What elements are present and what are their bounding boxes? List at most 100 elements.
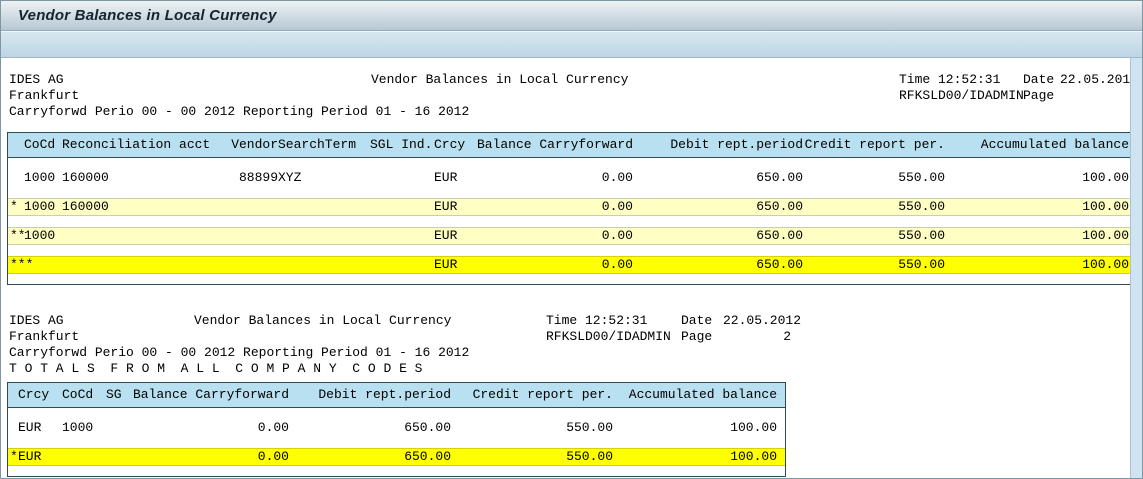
column-header-balance: Balance Carryforward (132, 383, 289, 407)
cell-sg (106, 449, 132, 465)
cell-debit: 650.00 (633, 199, 803, 215)
cell-search (278, 228, 370, 244)
date-value: 22.05.2012 (723, 313, 801, 329)
cell-vendor (228, 199, 278, 215)
column-header-credit: Credit report per. (451, 383, 613, 407)
cell-debit: 650.00 (633, 228, 803, 244)
table-header-row: CoCdReconciliation acctVendorSearchTermS… (8, 133, 1131, 158)
cell-search: XYZ (278, 170, 370, 186)
cell-sel: * (10, 199, 24, 215)
cell-credit: 550.00 (803, 257, 945, 273)
cell-balance: 0.00 (132, 449, 289, 465)
cell-crcy: EUR (18, 449, 62, 465)
header-line-2: Frankfurt RFKSLD00/IDADMIN Page 1 (7, 88, 1124, 104)
report-page-1: IDES AG Vendor Balances in Local Currenc… (7, 72, 1124, 285)
time-value: 12:52:31 (938, 72, 1000, 88)
cell-credit: 550.00 (451, 449, 613, 465)
column-header-debit: Debit rept.period (633, 133, 803, 157)
company-name: IDES AG (9, 72, 64, 88)
cell-credit: 550.00 (803, 170, 945, 186)
cell-balance: 0.00 (476, 257, 633, 273)
page-label: Page (1023, 88, 1054, 104)
city: Frankfurt (9, 329, 79, 345)
header-line-3: Carryforwd Perio 00 - 00 2012 Reporting … (7, 104, 1124, 120)
page-label: Page (681, 329, 712, 345)
cell-crcy: EUR (434, 170, 476, 186)
vertical-scrollbar[interactable] (1130, 58, 1142, 478)
table-row[interactable]: 100016000088899XYZEUR0.00650.00550.00100… (8, 169, 1131, 187)
report-title: Vendor Balances in Local Currency (371, 72, 628, 88)
cell-cocd (62, 449, 106, 465)
toolbar-strip (1, 31, 1142, 58)
column-header-recon: Reconciliation acct (62, 133, 228, 157)
cell-sgl (370, 257, 434, 273)
column-header-accum: Accumulated balance (613, 383, 777, 407)
cell-debit: 650.00 (289, 420, 451, 436)
cell-crcy: EUR (434, 257, 476, 273)
column-header-balance: Balance Carryforward (476, 133, 633, 157)
cell-sel: *** (10, 257, 24, 273)
cell-accum: 100.00 (945, 257, 1129, 273)
cell-sgl (370, 199, 434, 215)
cell-accum: 100.00 (945, 170, 1129, 186)
column-header-accum: Accumulated balance (945, 133, 1129, 157)
column-header-sgl: SGL Ind. (370, 133, 434, 157)
cell-cocd: 1000 (24, 199, 62, 215)
cell-balance: 0.00 (476, 170, 633, 186)
date-value: 22.05.2012 (1060, 72, 1138, 88)
cell-cocd (24, 257, 62, 273)
time-label: Time (899, 72, 930, 88)
cell-balance: 0.00 (476, 228, 633, 244)
cell-credit: 550.00 (451, 420, 613, 436)
totals-heading: T O T A L S F R O M A L L C O M P A N Y … (9, 361, 422, 377)
header-line-1: IDES AG Vendor Balances in Local Currenc… (7, 313, 1124, 329)
cell-credit: 550.00 (803, 199, 945, 215)
period-line: Carryforwd Perio 00 - 00 2012 Reporting … (9, 345, 469, 361)
date-label: Date (681, 313, 712, 329)
page-number: 2 (757, 329, 791, 345)
table-header-row: CrcyCoCdSGBalance CarryforwardDebit rept… (8, 383, 785, 408)
cell-sgl (370, 170, 434, 186)
page-title: Vendor Balances in Local Currency (18, 7, 277, 24)
table-row[interactable]: **1000 EUR0.00650.00550.00100.00 (8, 227, 1131, 245)
vendor-balances-table: CoCdReconciliation acctVendorSearchTermS… (7, 132, 1132, 285)
cell-recon: 160000 (62, 199, 228, 215)
cell-sel: ** (10, 228, 24, 244)
column-header-sg: SG (106, 383, 132, 407)
header-line-2: Frankfurt RFKSLD00/IDADMIN Page 2 (7, 329, 1124, 345)
cell-crcy: EUR (434, 228, 476, 244)
table-row[interactable]: *1000160000EUR0.00650.00550.00100.00 (8, 198, 1131, 216)
table-row[interactable]: *** EUR0.00650.00550.00100.00 (8, 256, 1131, 274)
cell-debit: 650.00 (633, 170, 803, 186)
report-list: IDES AG Vendor Balances in Local Currenc… (1, 58, 1142, 477)
cell-search (278, 257, 370, 273)
cell-vendor (228, 228, 278, 244)
column-header-vendor: Vendor (228, 133, 278, 157)
report-page-2: IDES AG Vendor Balances in Local Currenc… (7, 313, 1124, 477)
column-header-crcy: Crcy (434, 133, 476, 157)
period-line: Carryforwd Perio 00 - 00 2012 Reporting … (9, 104, 469, 120)
column-header-credit: Credit report per. (803, 133, 945, 157)
cell-debit: 650.00 (633, 257, 803, 273)
column-header-debit: Debit rept.period (289, 383, 451, 407)
cell-recon (62, 228, 228, 244)
cell-search (278, 199, 370, 215)
program-user: RFKSLD00/IDADMIN (546, 329, 671, 345)
time-value: 12:52:31 (585, 313, 647, 329)
cell-cocd: 1000 (24, 228, 62, 244)
cell-accum: 100.00 (945, 199, 1129, 215)
cell-recon (62, 257, 228, 273)
cell-recon: 160000 (62, 170, 228, 186)
cell-credit: 550.00 (803, 228, 945, 244)
table-row[interactable]: EUR10000.00650.00550.00100.00 (8, 419, 785, 437)
header-line-3: Carryforwd Perio 00 - 00 2012 Reporting … (7, 345, 1124, 361)
cell-vendor (228, 257, 278, 273)
company-name: IDES AG (9, 313, 64, 329)
table-row[interactable]: *EUR0.00650.00550.00100.00 (8, 448, 785, 466)
report-title: Vendor Balances in Local Currency (194, 313, 451, 329)
application-window: Vendor Balances in Local Currency IDES A… (0, 0, 1143, 479)
column-header-search: SearchTerm (278, 133, 370, 157)
cell-accum: 100.00 (945, 228, 1129, 244)
time-label: Time (546, 313, 577, 329)
cell-accum: 100.00 (613, 420, 777, 436)
